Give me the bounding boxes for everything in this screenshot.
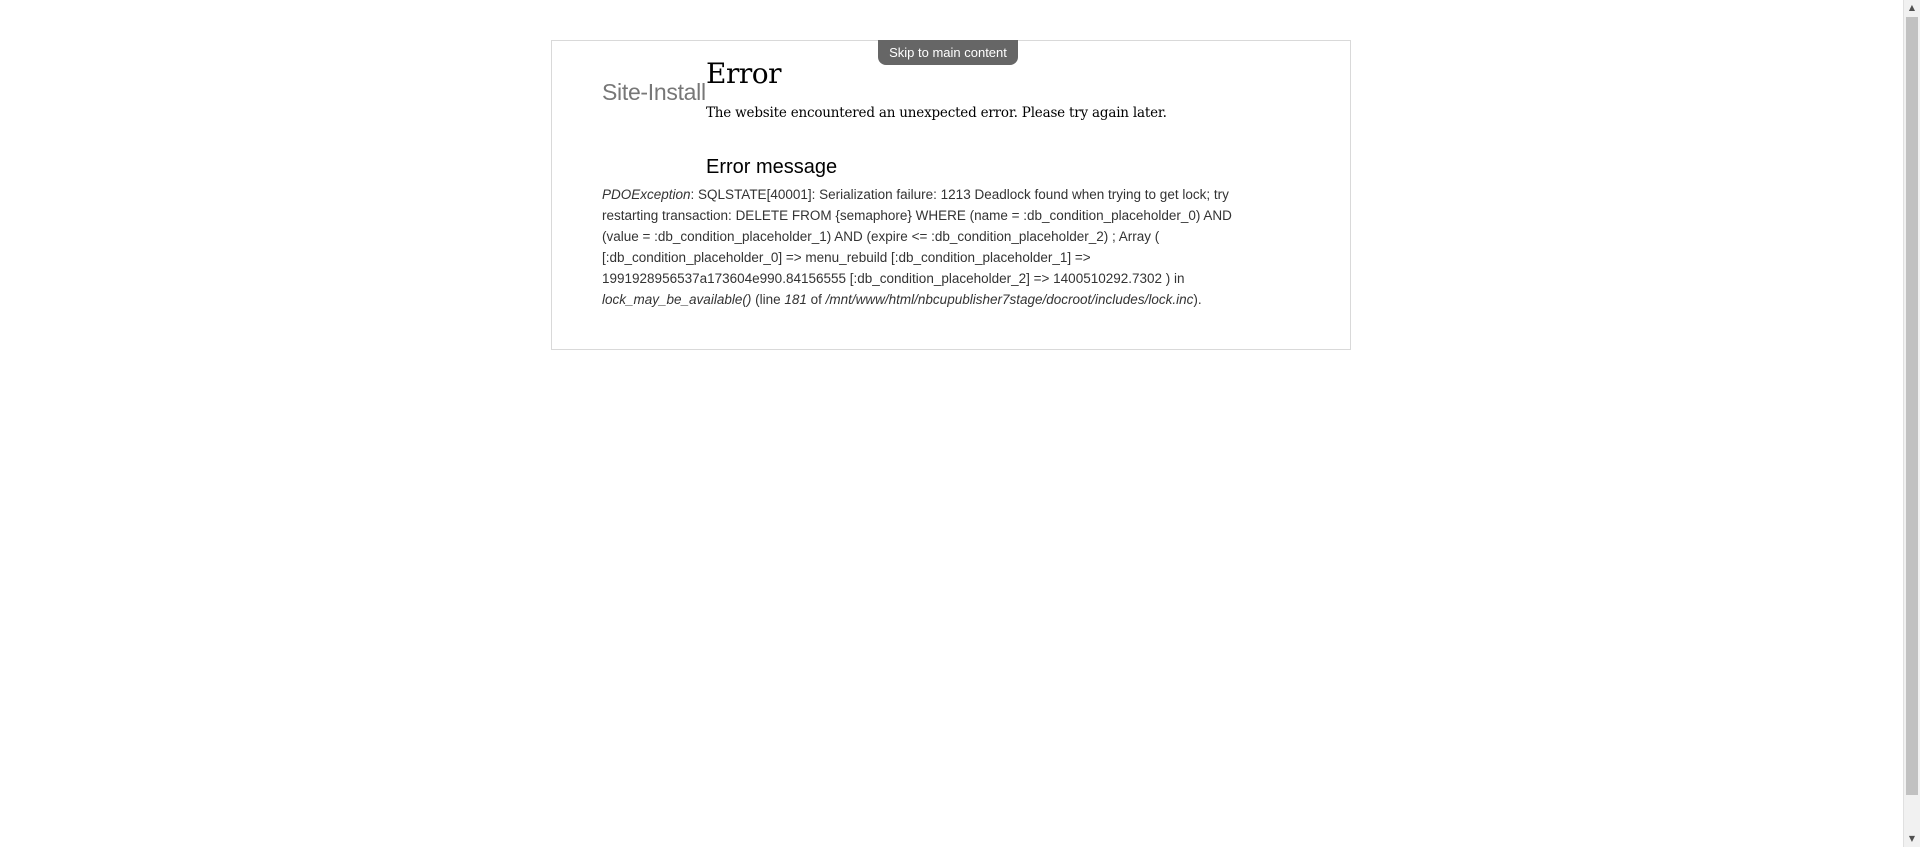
exception-type: PDOException <box>602 187 691 202</box>
function-name: lock_may_be_available() <box>602 292 752 307</box>
page-title: Error <box>706 57 781 90</box>
skip-to-main-content-link[interactable]: Skip to main content <box>878 40 1018 65</box>
of-text: of <box>806 292 826 307</box>
site-name[interactable]: Site-Install <box>602 79 706 106</box>
message-suffix: ). <box>1193 292 1202 307</box>
vertical-scrollbar[interactable]: ▲ ▼ <box>1903 0 1920 847</box>
scrollbar-thumb[interactable] <box>1906 17 1918 795</box>
scroll-up-arrow-icon[interactable]: ▲ <box>1904 0 1920 16</box>
error-message-body: PDOException: SQLSTATE[40001]: Serializa… <box>602 184 1272 310</box>
file-path: /mnt/www/html/nbcupublisher7stage/docroo… <box>825 292 1194 307</box>
line-prefix: (line <box>751 292 785 307</box>
error-message-heading: Error message <box>706 156 838 178</box>
scroll-down-arrow-icon[interactable]: ▼ <box>1904 831 1920 847</box>
error-intro-text: The website encountered an unexpected er… <box>706 105 1167 121</box>
line-number: 181 <box>784 292 807 307</box>
exception-message: : SQLSTATE[40001]: Serialization failure… <box>602 187 1232 286</box>
